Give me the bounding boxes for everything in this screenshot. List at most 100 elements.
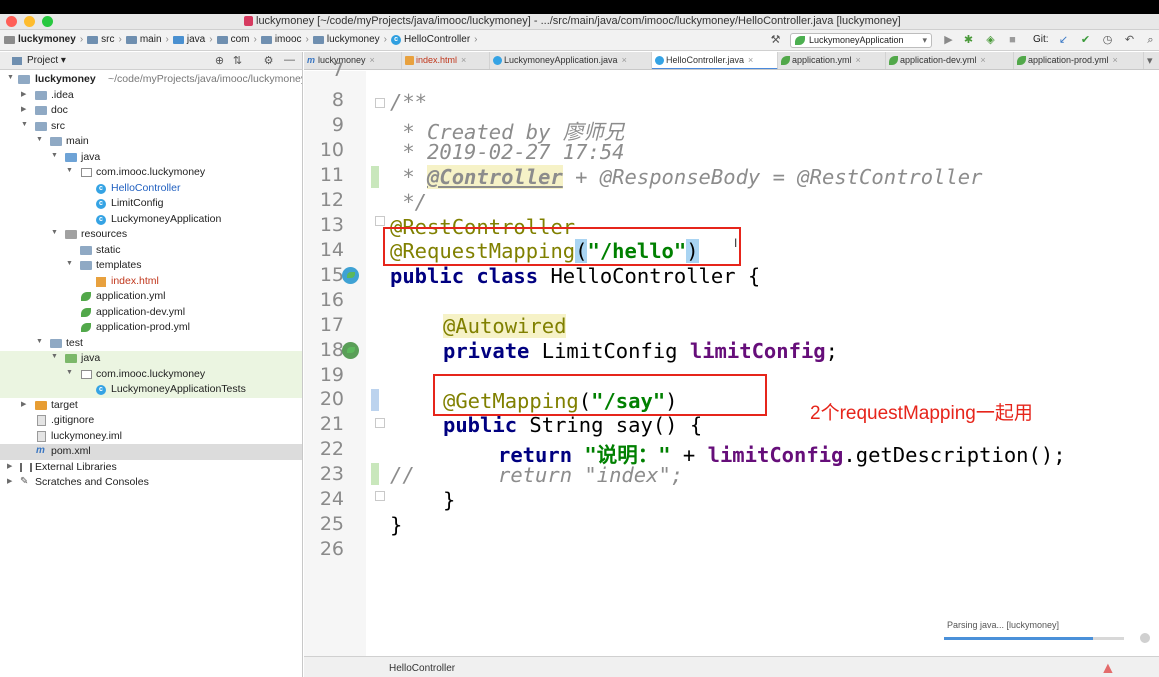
tree-item-luckymoneyapplication[interactable]: c LuckymoneyApplication bbox=[0, 212, 302, 228]
expand-arrow-icon[interactable]: ▶ bbox=[7, 462, 12, 470]
breadcrumb-main[interactable]: main bbox=[140, 34, 162, 45]
git-commit-icon[interactable]: ✔ bbox=[1080, 35, 1091, 46]
close-tab-icon[interactable]: × bbox=[461, 55, 466, 65]
close-tab-icon[interactable]: × bbox=[748, 55, 753, 65]
close-tab-icon[interactable]: × bbox=[1113, 55, 1118, 65]
close-tab-icon[interactable]: × bbox=[370, 55, 375, 65]
coverage-icon[interactable]: ◈ bbox=[985, 35, 996, 46]
fold-marker-icon[interactable] bbox=[375, 98, 385, 108]
collapse-all-icon[interactable]: ⇅ bbox=[232, 56, 243, 67]
tree-item-gitignore[interactable]: .gitignore bbox=[0, 413, 302, 429]
tree-item-resources[interactable]: ▼ resources bbox=[0, 227, 302, 243]
expand-arrow-icon[interactable]: ▼ bbox=[51, 229, 58, 236]
tree-item-application-dev-yml[interactable]: application-dev.yml bbox=[0, 305, 302, 321]
tree-item-label: com.imooc.luckymoney bbox=[96, 367, 206, 380]
tab-index-html[interactable]: index.html × bbox=[402, 52, 490, 69]
close-window-button[interactable] bbox=[6, 16, 17, 27]
tree-item-root[interactable]: ▼ luckymoney ~/code/myProjects/java/imoo… bbox=[0, 72, 302, 88]
tree-item-static[interactable]: static bbox=[0, 243, 302, 259]
git-update-icon[interactable]: ↙ bbox=[1058, 35, 1069, 46]
expand-arrow-icon[interactable]: ▼ bbox=[66, 167, 73, 174]
expand-arrow-icon[interactable]: ▶ bbox=[21, 90, 26, 98]
breadcrumb-com[interactable]: com bbox=[231, 34, 250, 45]
tree-item-application-prod-yml[interactable]: application-prod.yml bbox=[0, 320, 302, 336]
expand-arrow-icon[interactable]: ▶ bbox=[7, 477, 12, 485]
fold-marker-icon[interactable] bbox=[375, 491, 385, 501]
change-marker[interactable] bbox=[371, 463, 379, 485]
minimize-window-button[interactable] bbox=[24, 16, 35, 27]
tree-item-external-libraries[interactable]: ▶ External Libraries bbox=[0, 460, 302, 476]
tab-application-dev-yml[interactable]: application-dev.yml × bbox=[886, 52, 1014, 69]
tree-item-hellocontroller[interactable]: c HelloController bbox=[0, 181, 302, 197]
project-tree: ▼ luckymoney ~/code/myProjects/java/imoo… bbox=[0, 70, 303, 677]
locate-icon[interactable]: ⊕ bbox=[214, 56, 225, 67]
expand-arrow-icon[interactable]: ▼ bbox=[66, 369, 73, 376]
breadcrumb-imooc[interactable]: imooc bbox=[275, 34, 302, 45]
breadcrumb-java[interactable]: java bbox=[187, 34, 205, 45]
expand-arrow-icon[interactable]: ▼ bbox=[51, 152, 58, 159]
autowired-gutter-icon[interactable] bbox=[342, 342, 359, 359]
expand-arrow-icon[interactable]: ▼ bbox=[7, 74, 14, 81]
spring-bean-gutter-icon[interactable] bbox=[342, 267, 359, 284]
tree-item-package[interactable]: ▼ com.imooc.luckymoney bbox=[0, 165, 302, 181]
close-tab-icon[interactable]: × bbox=[622, 55, 627, 65]
tree-item-iml[interactable]: luckymoney.iml bbox=[0, 429, 302, 445]
run-configuration-select[interactable]: LuckymoneyApplication ▾ bbox=[790, 33, 932, 48]
expand-arrow-icon[interactable]: ▼ bbox=[51, 353, 58, 360]
tree-item-limitconfig[interactable]: c LimitConfig bbox=[0, 196, 302, 212]
project-view-select[interactable]: Project ▾ bbox=[27, 55, 66, 66]
expand-arrow-icon[interactable]: ▼ bbox=[36, 136, 43, 143]
tab-overflow-icon[interactable]: ▾ bbox=[1147, 54, 1153, 67]
line-number: 19 bbox=[319, 364, 344, 386]
tree-item-tests-class[interactable]: c LuckymoneyApplicationTests bbox=[0, 382, 302, 398]
tree-item-java[interactable]: ▼ java bbox=[0, 150, 302, 166]
expand-arrow-icon[interactable]: ▼ bbox=[66, 260, 73, 267]
tree-item-test-java[interactable]: ▼ java bbox=[0, 351, 302, 367]
tree-item-main[interactable]: ▼ main bbox=[0, 134, 302, 150]
breadcrumb-src[interactable]: src bbox=[101, 34, 114, 45]
breadcrumb-luckymoney[interactable]: luckymoney bbox=[327, 34, 380, 45]
expand-arrow-icon[interactable]: ▶ bbox=[21, 400, 26, 408]
tab-application-prod-yml[interactable]: application-prod.yml × bbox=[1014, 52, 1144, 69]
tab-luckymoneyapplication[interactable]: LuckymoneyApplication.java × bbox=[490, 52, 652, 69]
expand-arrow-icon[interactable]: ▶ bbox=[21, 105, 26, 113]
tree-item-test[interactable]: ▼ test bbox=[0, 336, 302, 352]
expand-arrow-icon[interactable]: ▼ bbox=[36, 338, 43, 345]
stop-icon[interactable]: ■ bbox=[1007, 35, 1018, 46]
tree-item-idea[interactable]: ▶ .idea bbox=[0, 88, 302, 104]
fold-marker-icon[interactable] bbox=[375, 418, 385, 428]
debug-icon[interactable]: ✱ bbox=[963, 35, 974, 46]
tree-item-application-yml[interactable]: application.yml bbox=[0, 289, 302, 305]
cancel-task-icon[interactable] bbox=[1140, 633, 1150, 643]
highlight-box-getmapping bbox=[433, 374, 767, 416]
run-icon[interactable]: ▶ bbox=[943, 35, 954, 46]
close-tab-icon[interactable]: × bbox=[856, 55, 861, 65]
hammer-build-icon[interactable]: ⚒ bbox=[770, 35, 781, 46]
zoom-window-button[interactable] bbox=[42, 16, 53, 27]
change-marker[interactable] bbox=[371, 389, 379, 411]
tree-item-scratches[interactable]: ▶ ✎ Scratches and Consoles bbox=[0, 475, 302, 491]
tree-item-test-package[interactable]: ▼ com.imooc.luckymoney bbox=[0, 366, 302, 382]
tree-item-templates[interactable]: ▼ templates bbox=[0, 258, 302, 274]
revert-icon[interactable]: ↶ bbox=[1124, 35, 1135, 46]
tree-item-pom[interactable]: m pom.xml bbox=[0, 444, 302, 460]
tab-application-yml[interactable]: application.yml × bbox=[778, 52, 886, 69]
search-everywhere-icon[interactable]: ⌕ bbox=[1145, 35, 1156, 46]
gear-icon[interactable]: ⚙ bbox=[263, 56, 274, 67]
breadcrumb-project[interactable]: luckymoney bbox=[18, 34, 76, 45]
change-marker[interactable] bbox=[371, 166, 379, 188]
hide-panel-icon[interactable]: — bbox=[284, 55, 295, 66]
breadcrumb-hellocontroller[interactable]: HelloController bbox=[404, 34, 470, 45]
tree-item-src[interactable]: ▼ src bbox=[0, 119, 302, 135]
expand-arrow-icon[interactable]: ▼ bbox=[21, 121, 28, 128]
fold-marker-icon[interactable] bbox=[375, 216, 385, 226]
code-editor[interactable]: 7 8 9 10 11 12 13 14 15 16 17 18 19 20 2… bbox=[304, 59, 1159, 656]
tree-item-target[interactable]: ▶ target bbox=[0, 398, 302, 414]
tree-item-index-html[interactable]: index.html bbox=[0, 274, 302, 290]
close-tab-icon[interactable]: × bbox=[980, 55, 985, 65]
folder-icon bbox=[80, 245, 92, 255]
tree-item-doc[interactable]: ▶ doc bbox=[0, 103, 302, 119]
tab-hellocontroller[interactable]: HelloController.java × bbox=[652, 52, 778, 69]
history-icon[interactable]: ◷ bbox=[1102, 35, 1113, 46]
editor-breadcrumb[interactable]: HelloController bbox=[389, 663, 455, 674]
